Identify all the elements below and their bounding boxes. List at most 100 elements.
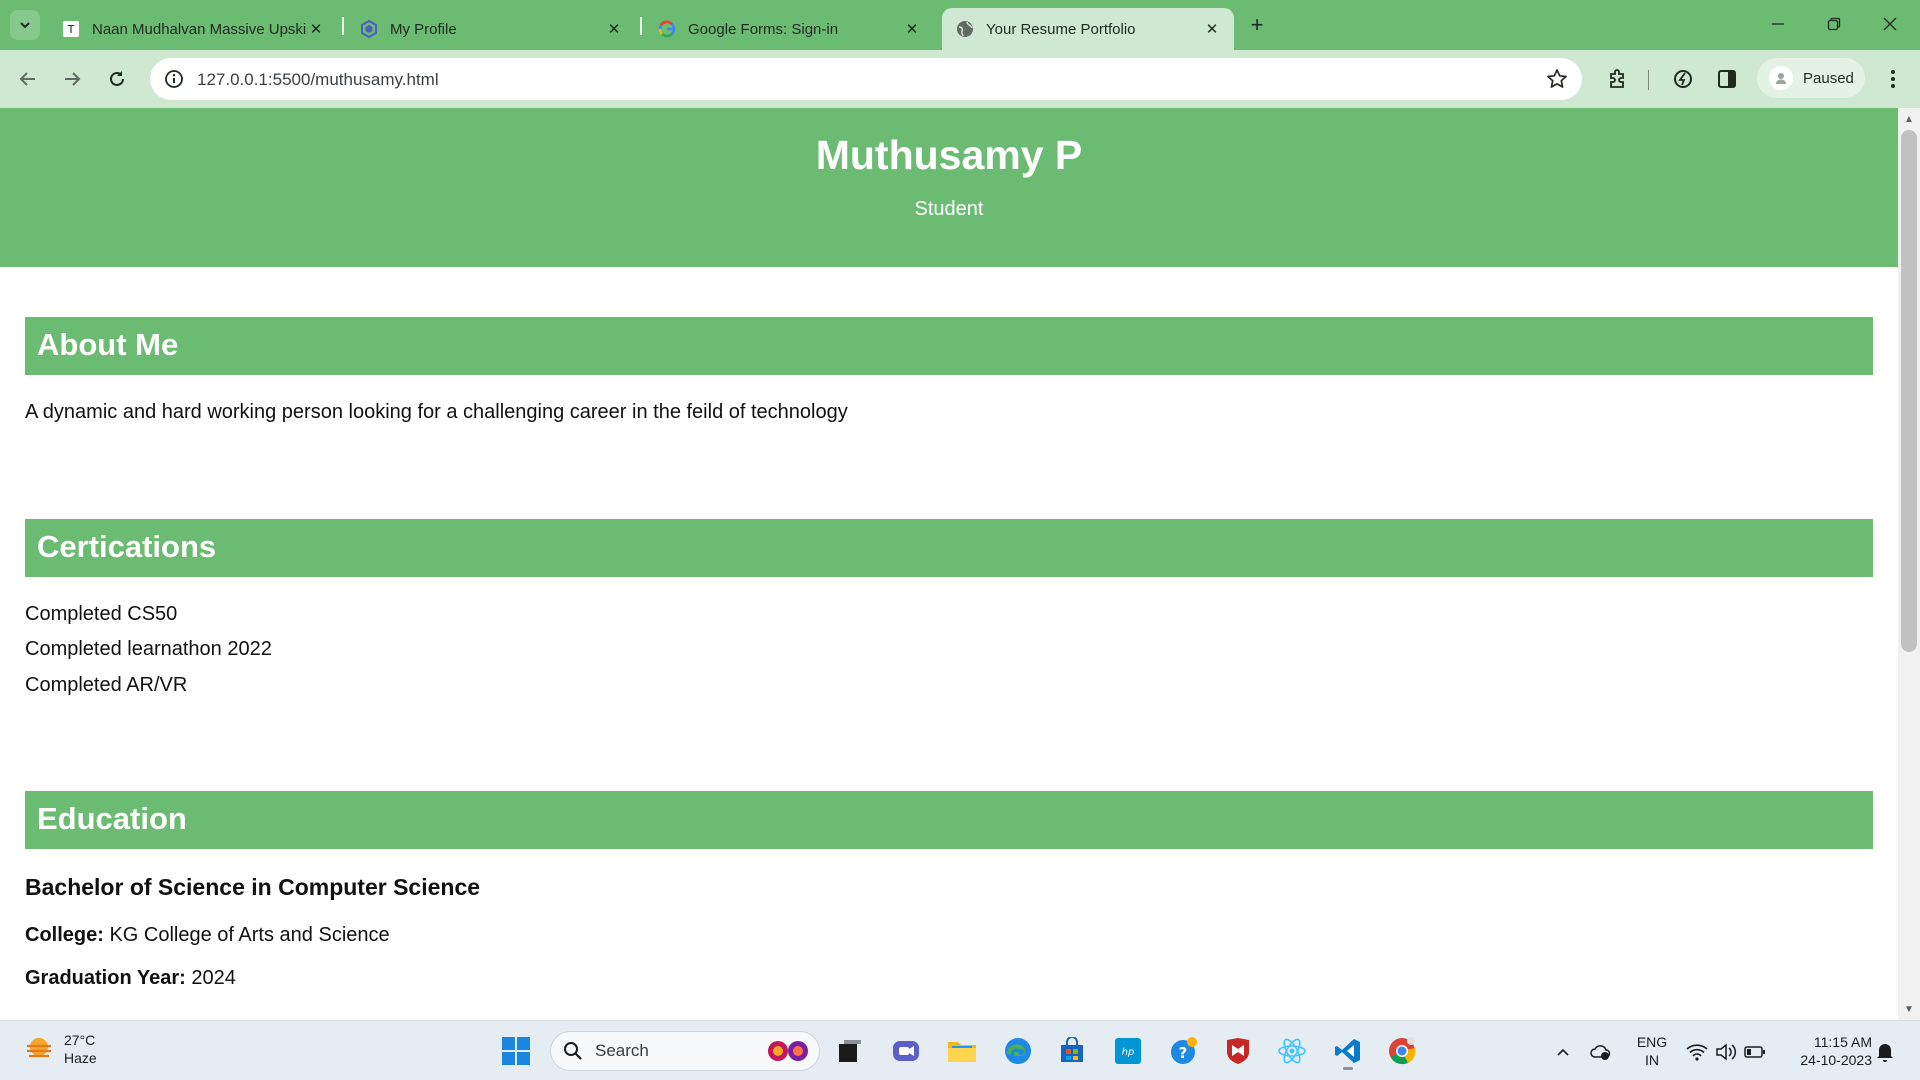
new-tab-button[interactable]: +	[1244, 12, 1270, 38]
myhp-app[interactable]: hp	[1108, 1031, 1148, 1071]
vertical-scrollbar[interactable]: ▲ ▼	[1898, 108, 1920, 1020]
close-window-button[interactable]	[1870, 8, 1910, 40]
section-heading: About Me	[37, 327, 179, 362]
tab-title: My Profile	[390, 20, 457, 38]
site-info-icon[interactable]	[164, 69, 184, 89]
tab-title: Google Forms: Sign-in	[688, 20, 839, 38]
task-view-button[interactable]	[830, 1031, 870, 1071]
page-header: Muthusamy P Student	[0, 108, 1898, 267]
volume-tray-button[interactable]	[1715, 1041, 1737, 1063]
language-code: ENG	[1636, 1034, 1668, 1050]
side-panel-button[interactable]	[1714, 66, 1740, 92]
chevron-up-icon	[1557, 1048, 1569, 1056]
profile-status-label: Paused	[1803, 69, 1854, 87]
weather-widget[interactable]: 27°C Haze	[24, 1031, 97, 1067]
tab-my-profile[interactable]: My Profile ✕	[346, 8, 636, 50]
video-chat-icon	[893, 1041, 919, 1061]
browser-menu-button[interactable]	[1880, 66, 1906, 92]
mcafee-shield-icon	[1227, 1038, 1249, 1064]
minimize-icon	[1772, 23, 1784, 25]
edge-browser-app[interactable]	[998, 1031, 1038, 1071]
taskbar-search[interactable]: Search	[550, 1031, 820, 1071]
react-atom-icon	[1278, 1038, 1306, 1064]
search-icon	[564, 1042, 582, 1060]
college-label: College:	[25, 924, 104, 946]
speaker-icon	[1716, 1043, 1737, 1061]
graduation-label: Graduation Year:	[25, 967, 186, 989]
about-section-header: About Me	[25, 317, 1873, 375]
wifi-tray-button[interactable]	[1686, 1041, 1708, 1063]
chrome-app[interactable]	[1382, 1031, 1422, 1071]
reload-button[interactable]	[102, 64, 132, 94]
arrow-right-icon	[65, 72, 81, 86]
svg-text:hp: hp	[1122, 1047, 1135, 1058]
scroll-down-arrow-icon[interactable]: ▼	[1898, 1000, 1920, 1018]
get-help-app[interactable]: ?	[1164, 1031, 1204, 1071]
windows-logo-icon	[502, 1037, 530, 1065]
vscode-icon	[1335, 1039, 1360, 1063]
back-button[interactable]	[13, 64, 43, 94]
side-panel-icon	[1718, 70, 1736, 88]
scrollbar-thumb[interactable]	[1901, 130, 1917, 652]
search-placeholder: Search	[595, 1041, 649, 1060]
google-favicon	[658, 20, 676, 38]
bookmark-star-icon[interactable]	[1546, 68, 1568, 90]
microsoft-store-app[interactable]	[1052, 1031, 1092, 1071]
task-view-icon	[839, 1040, 861, 1062]
puzzle-icon	[1610, 69, 1624, 88]
notifications-button[interactable]	[1874, 1041, 1896, 1063]
college-line: College: KG College of Arts and Science	[25, 924, 390, 947]
tab-naan-mudhalvan[interactable]: T Naan Mudhalvan Massive Upskilling ✕	[48, 8, 338, 50]
start-button[interactable]	[496, 1031, 536, 1071]
tab-google-forms[interactable]: Google Forms: Sign-in ✕	[644, 8, 934, 50]
tab-separator	[342, 17, 344, 35]
minimize-button[interactable]	[1758, 8, 1798, 40]
file-explorer-app[interactable]	[942, 1031, 982, 1071]
tab-title: Naan Mudhalvan Massive Upskilling	[92, 20, 306, 38]
certification-item: Completed learnathon 2022	[25, 638, 272, 660]
extensions-button[interactable]	[1605, 66, 1631, 92]
address-bar[interactable]: 127.0.0.1:5500/muthusamy.html	[150, 58, 1582, 100]
store-icon	[1061, 1037, 1083, 1062]
page-title: Muthusamy P	[815, 132, 1083, 178]
search-highlight-icon	[768, 1041, 808, 1061]
page-viewport: Muthusamy P Student About Me A dynamic a…	[0, 108, 1898, 1020]
forward-button[interactable]	[57, 64, 87, 94]
close-tab-icon[interactable]: ✕	[1202, 19, 1222, 39]
language-indicator[interactable]: ENG IN	[1634, 1033, 1670, 1069]
onedrive-tray-button[interactable]	[1590, 1041, 1612, 1063]
close-tab-icon[interactable]: ✕	[604, 19, 624, 39]
mcafee-app[interactable]	[1218, 1031, 1258, 1071]
show-hidden-icons-button[interactable]	[1552, 1041, 1574, 1063]
performance-button[interactable]	[1670, 66, 1696, 92]
tab-resume-portfolio[interactable]: Your Resume Portfolio ✕	[942, 8, 1234, 50]
restore-button[interactable]	[1814, 8, 1854, 40]
react-devtools-app[interactable]	[1272, 1031, 1312, 1071]
weather-temperature: 27°C	[64, 1032, 96, 1048]
taskbar: 27°C Haze Search hp ? ENG IN 11:15 AM 24…	[0, 1020, 1920, 1080]
edge-icon	[1005, 1038, 1031, 1064]
globe-favicon	[956, 20, 974, 38]
certification-item: Completed CS50	[25, 603, 178, 625]
close-tab-icon[interactable]: ✕	[902, 19, 922, 39]
close-tab-icon[interactable]: ✕	[306, 19, 326, 39]
scroll-up-arrow-icon[interactable]: ▲	[1898, 110, 1920, 128]
cloud-sync-icon	[1590, 1045, 1611, 1060]
tab-separator	[640, 17, 642, 35]
tab-strip: T Naan Mudhalvan Massive Upskilling ✕ My…	[0, 0, 1920, 50]
vscode-app[interactable]	[1328, 1031, 1368, 1071]
chrome-icon	[1389, 1037, 1416, 1065]
battery-tray-button[interactable]	[1744, 1041, 1766, 1063]
section-heading: Education	[37, 801, 187, 836]
profile-paused-button[interactable]: Paused	[1757, 58, 1865, 98]
arrow-left-icon	[19, 72, 35, 86]
tab-search-button[interactable]	[10, 10, 40, 40]
folder-icon	[948, 1042, 976, 1062]
url-text: 127.0.0.1:5500/muthusamy.html	[197, 70, 439, 89]
avatar-icon	[1769, 66, 1793, 90]
clock[interactable]: 11:15 AM 24-10-2023	[1780, 1033, 1872, 1069]
myhp-icon: hp	[1115, 1038, 1141, 1064]
region-code: IN	[1645, 1052, 1659, 1068]
graduation-line: Graduation Year: 2024	[25, 967, 236, 990]
teams-chat-app[interactable]	[886, 1031, 926, 1071]
